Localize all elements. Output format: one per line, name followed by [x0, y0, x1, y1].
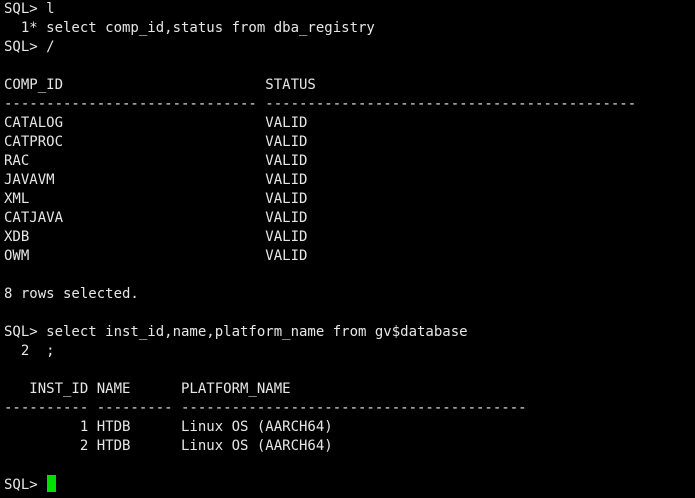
- terminal-line: 2 ;: [4, 343, 55, 359]
- terminal-line: XML VALID: [4, 191, 308, 207]
- terminal-window[interactable]: SQL> l 1* select comp_id,status from dba…: [0, 0, 695, 498]
- terminal-output: SQL> l 1* select comp_id,status from dba…: [4, 0, 695, 475]
- cursor-block: [47, 475, 57, 492]
- terminal-line: COMP_ID STATUS: [4, 77, 316, 93]
- terminal-line: 1* select comp_id,status from dba_regist…: [4, 20, 375, 36]
- terminal-line: INST_ID NAME PLATFORM_NAME: [4, 381, 291, 397]
- terminal-line: RAC VALID: [4, 153, 308, 169]
- terminal-line: SQL> select inst_id,name,platform_name f…: [4, 324, 468, 340]
- terminal-line: ------------------------------ ---------…: [4, 96, 637, 112]
- terminal-line: OWM VALID: [4, 248, 308, 264]
- terminal-line: JAVAVM VALID: [4, 172, 308, 188]
- prompt-line[interactable]: SQL>: [4, 475, 695, 494]
- terminal-line: XDB VALID: [4, 229, 308, 245]
- terminal-line: SQL> /: [4, 39, 55, 55]
- terminal-line: 2 HTDB Linux OS (AARCH64): [4, 438, 333, 454]
- terminal-line: CATALOG VALID: [4, 115, 308, 131]
- terminal-line: CATPROC VALID: [4, 134, 308, 150]
- terminal-line: SQL> l: [4, 1, 55, 17]
- terminal-line: 1 HTDB Linux OS (AARCH64): [4, 419, 333, 435]
- prompt-text: SQL>: [4, 477, 47, 493]
- terminal-line: CATJAVA VALID: [4, 210, 308, 226]
- terminal-line: ---------- --------- -------------------…: [4, 400, 527, 416]
- terminal-line: 8 rows selected.: [4, 286, 139, 302]
